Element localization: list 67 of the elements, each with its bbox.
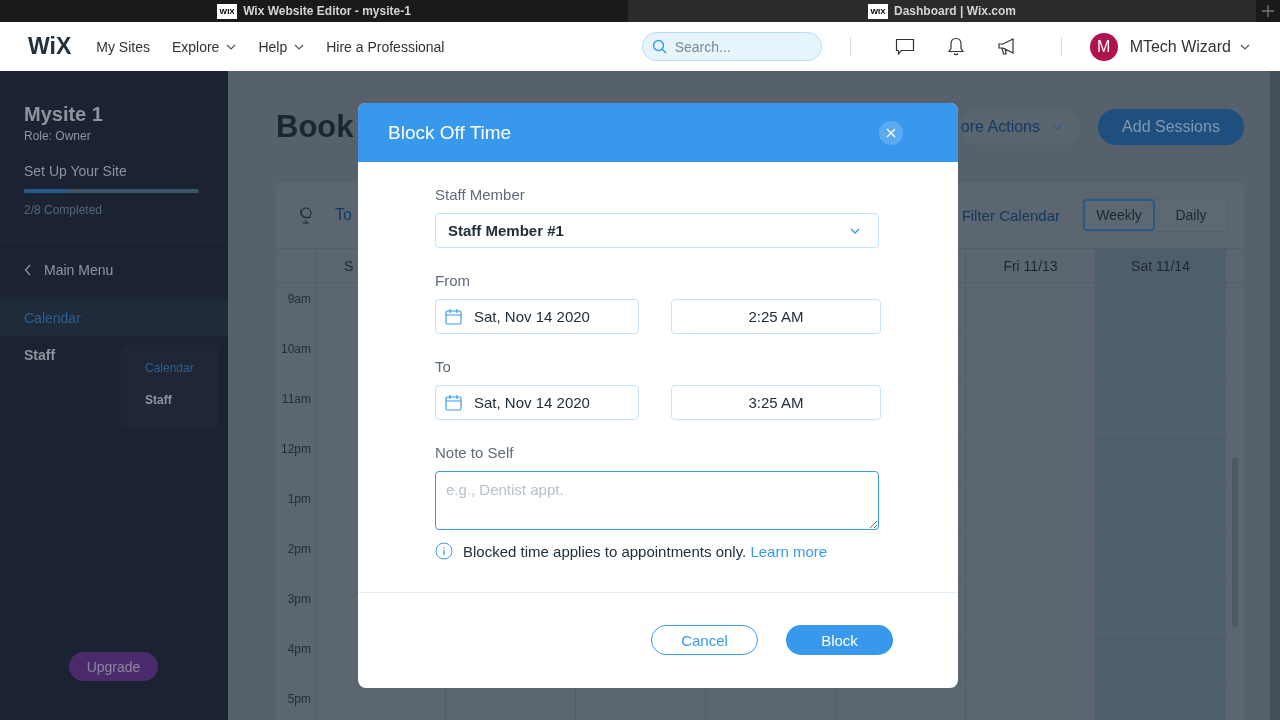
site-role: Role: Owner [24, 129, 92, 143]
hour-label: 9am [287, 292, 311, 306]
view-toggle-tab[interactable]: Weekly [1083, 199, 1155, 231]
time-field[interactable]: 2:25 AM [671, 299, 881, 334]
submenu-item[interactable]: Staff [145, 393, 218, 425]
nav-menu-item[interactable]: My Sites [96, 38, 150, 55]
staff-dropdown[interactable]: Staff Member #1 [435, 213, 879, 248]
nav-menu-item[interactable]: Help [258, 38, 305, 55]
nav-menu-item[interactable]: Hire a Professional [326, 38, 445, 55]
close-button[interactable] [879, 120, 903, 145]
learn-more-link[interactable]: Learn more [750, 542, 828, 560]
block-button[interactable]: Block [786, 625, 893, 655]
sidebar-item[interactable]: Staff [0, 337, 80, 373]
hour-label: 4pm [287, 642, 311, 656]
info-icon [435, 542, 453, 560]
field-label: Staff Member [435, 186, 526, 204]
field-label: To [435, 358, 452, 376]
date-field[interactable]: Sat, Nov 14 2020 [435, 385, 639, 420]
hour-label: 10am [280, 342, 311, 356]
browser-tab[interactable]: WIX Wix Website Editor - mysite-1 [0, 0, 628, 22]
search-field[interactable]: Search... [641, 32, 822, 61]
close-icon [886, 127, 896, 138]
hour-label: 2pm [287, 542, 311, 556]
chevron-down-icon [1052, 123, 1062, 130]
dialog-title: Block Off Time [388, 121, 513, 144]
hour-label: 3pm [287, 592, 311, 606]
day-header: Sat 11/14 [1096, 249, 1226, 282]
day-header: S [344, 257, 354, 274]
page-title: Book [276, 108, 354, 145]
hour-label: 1pm [287, 492, 311, 506]
favicon-icon: WIX [868, 3, 888, 19]
chevron-down-icon[interactable] [1240, 43, 1250, 50]
globe-icon[interactable] [298, 206, 314, 224]
nav-menu-item[interactable]: Explore [171, 38, 237, 55]
favicon-icon: WIX [217, 3, 238, 19]
time-field[interactable]: 3:25 AM [671, 385, 881, 420]
chat-icon[interactable] [894, 37, 915, 56]
calendar-icon [445, 308, 462, 325]
megaphone-icon[interactable] [996, 37, 1017, 56]
chevron-down-icon [850, 227, 860, 234]
field-label: From [435, 272, 471, 290]
hour-label: 11am [281, 392, 311, 406]
view-toggle-tab[interactable]: Daily [1155, 199, 1227, 231]
date-field[interactable]: Sat, Nov 14 2020 [435, 299, 639, 334]
add-sessions-button[interactable]: Add Sessions [1098, 108, 1244, 145]
setup-title[interactable]: Set Up Your Site [24, 163, 204, 179]
cancel-button[interactable]: Cancel [651, 625, 758, 655]
user-name[interactable]: MTech Wizard [1129, 37, 1231, 56]
note-input-field[interactable]: e.g., Dentist appt. [435, 471, 879, 530]
hour-label: 12pm [280, 442, 311, 456]
search-icon [651, 39, 667, 54]
calendar-icon [445, 394, 462, 411]
notifications-bell-icon[interactable] [946, 37, 965, 56]
new-tab-button[interactable] [1256, 0, 1280, 22]
chevron-left-icon [24, 264, 32, 276]
logo[interactable]: WiX [28, 33, 72, 60]
site-name: Mysite 1 [24, 103, 104, 126]
info-text: Blocked time applies to appointments only. Learn more [463, 542, 828, 560]
main-menu-link[interactable]: Main Menu [0, 242, 228, 299]
field-label: Note to Self [435, 444, 515, 462]
hour-label: 5pm [287, 692, 311, 706]
scrollbar[interactable] [1270, 71, 1280, 720]
user-avatar[interactable]: M [1089, 32, 1118, 61]
browser-tab[interactable]: WIX Dashboard | Wix.com [628, 0, 1256, 22]
setup-status: 2/8 Completed [24, 203, 104, 217]
upgrade-button[interactable]: Upgrade [69, 652, 158, 681]
plus-icon [1262, 5, 1274, 17]
